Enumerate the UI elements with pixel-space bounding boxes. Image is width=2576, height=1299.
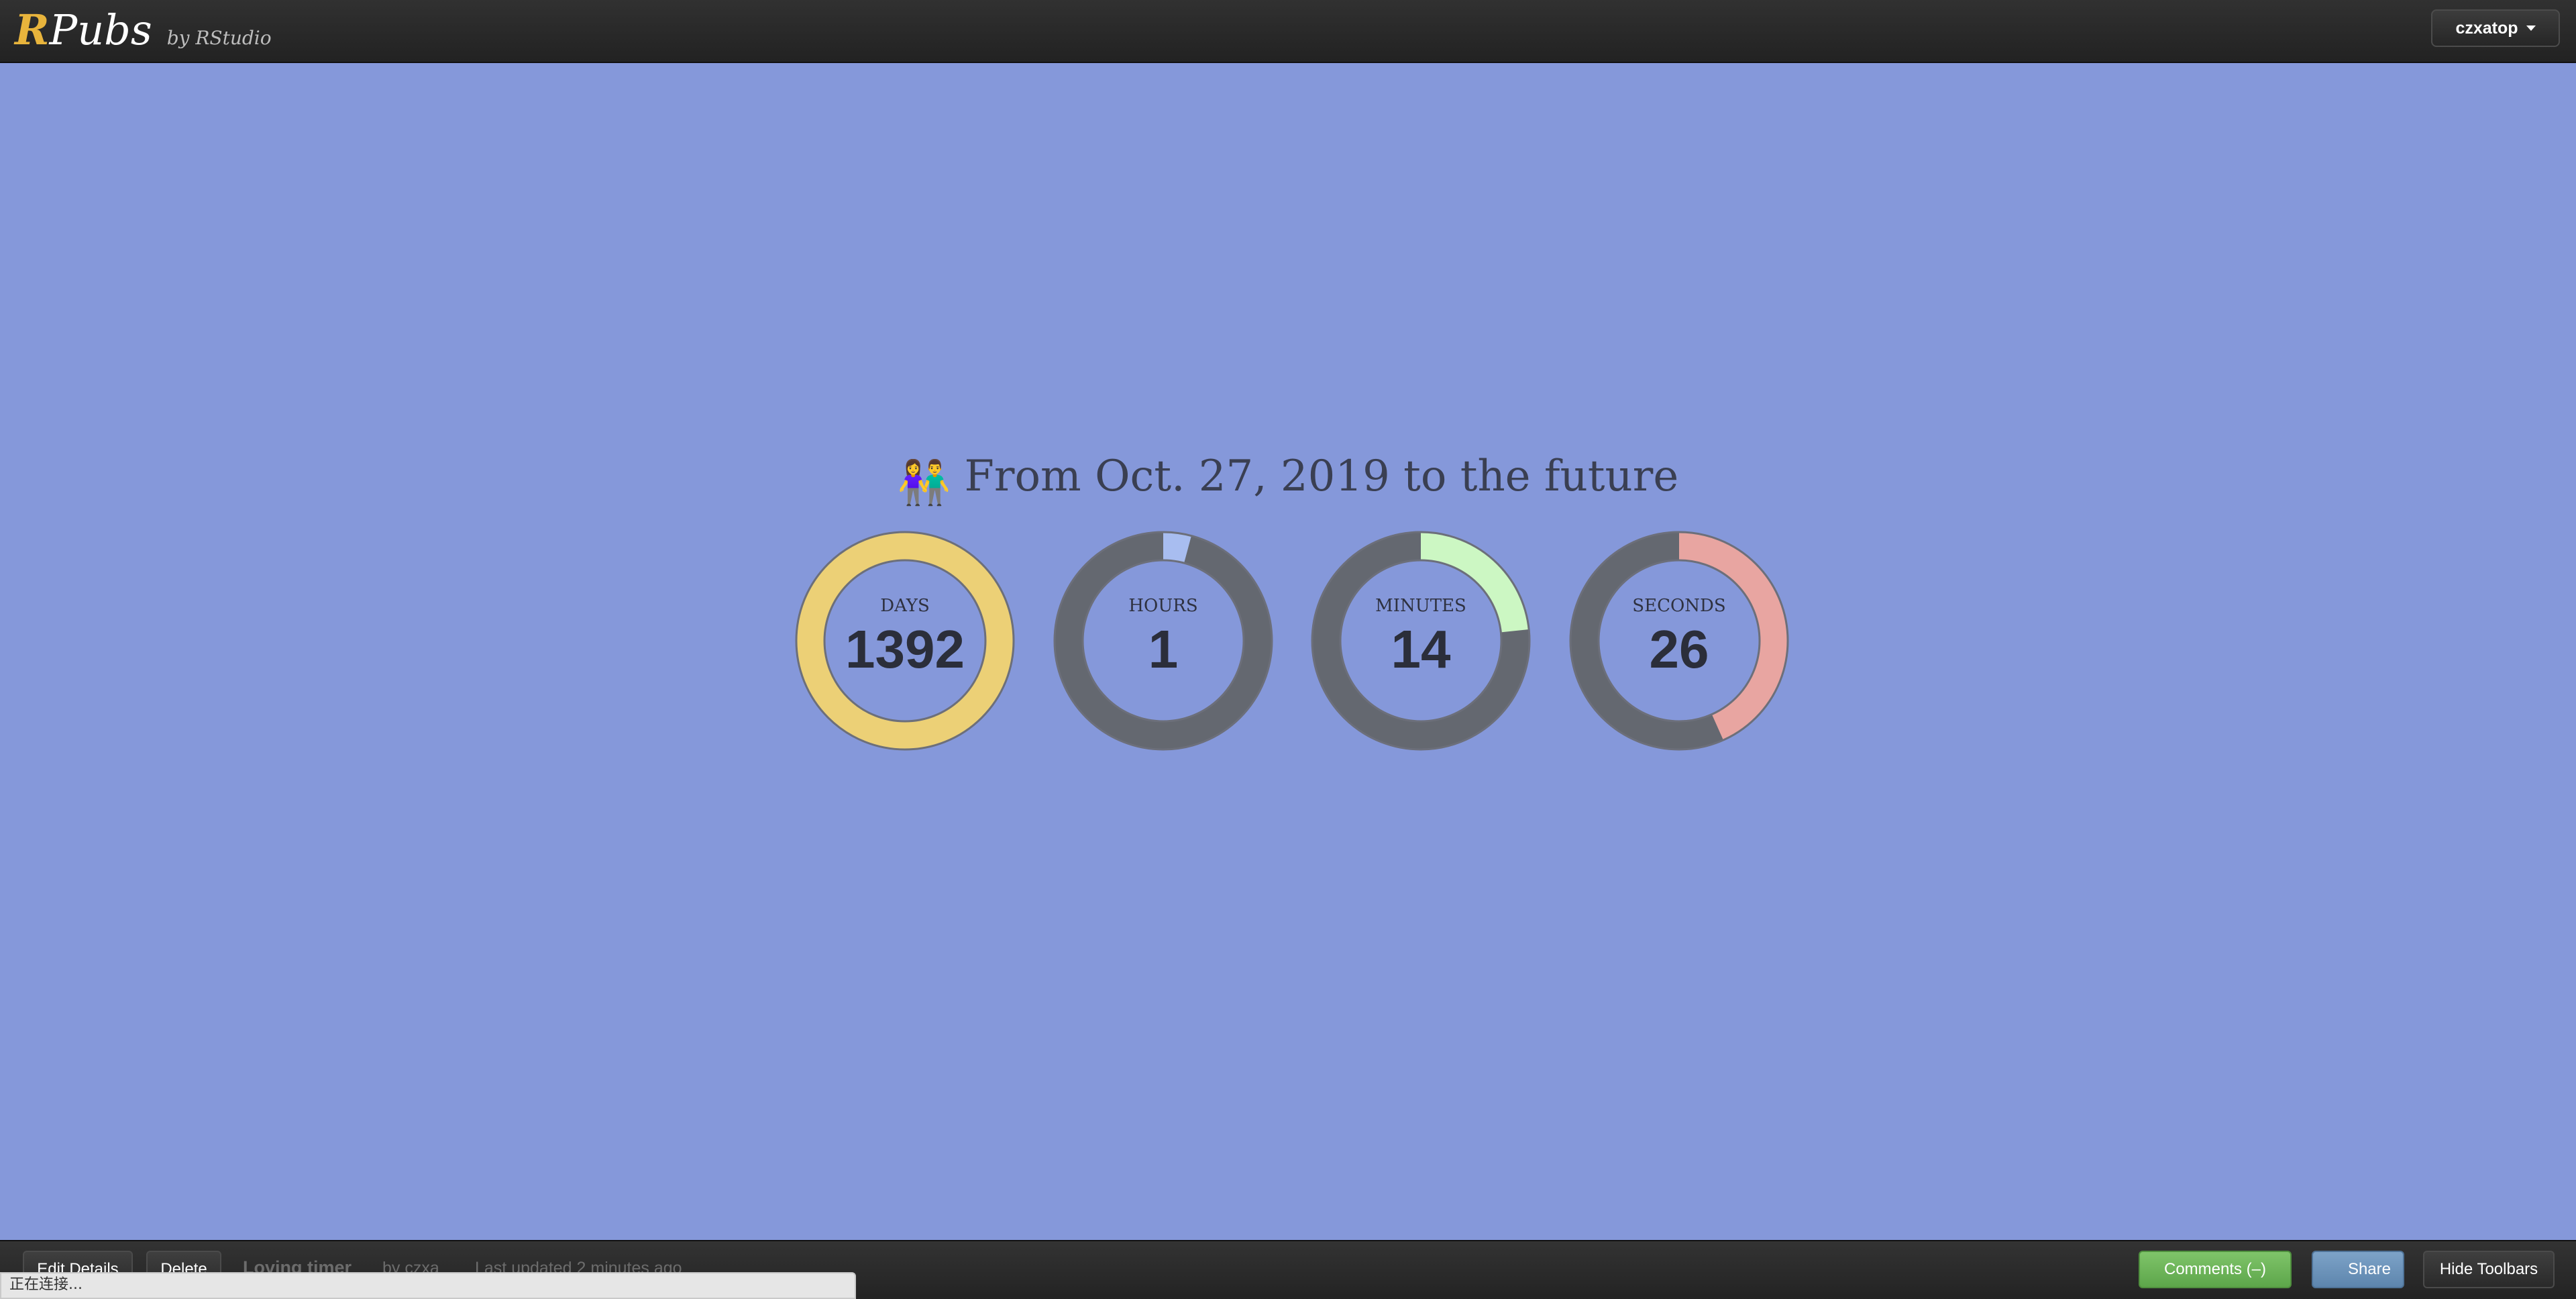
ring-hours-label: HOURS — [1128, 596, 1198, 616]
ring-hours-value: 1 — [1148, 619, 1179, 679]
ring-days-label: DAYS — [880, 596, 930, 616]
logo-r: R — [15, 5, 50, 54]
couple-icon: 👫 — [897, 458, 951, 508]
hide-toolbars-button[interactable]: Hide Toolbars — [2423, 1251, 2555, 1288]
browser-status-bar: 正在连接... — [0, 1272, 856, 1299]
ring-days-value: 1392 — [845, 619, 965, 679]
caret-down-icon — [2526, 25, 2536, 31]
countdown-rings: DAYS 1392 HOURS 1 MINUTES 14 SECONDS 26 — [0, 530, 2576, 751]
page-title-text: From Oct. 27, 2019 to the future — [964, 452, 1679, 501]
share-button[interactable]: Share — [2312, 1251, 2404, 1288]
top-toolbar: R Pubs by RStudio czxatop — [0, 0, 2576, 63]
rpubs-logo[interactable]: R Pubs by RStudio — [15, 5, 272, 56]
user-menu-label: czxatop — [2455, 18, 2518, 38]
page-title: 👫 From Oct. 27, 2019 to the future — [0, 443, 2576, 517]
ring-seconds-label: SECONDS — [1632, 596, 1726, 616]
ring-hours: HOURS 1 — [1053, 530, 1274, 751]
ring-minutes-label: MINUTES — [1375, 596, 1466, 616]
ring-minutes-value: 14 — [1391, 619, 1451, 679]
ring-minutes: MINUTES 14 — [1310, 530, 1532, 751]
comments-button[interactable]: Comments (–) — [2139, 1251, 2292, 1288]
ring-hours-arc — [1163, 532, 1191, 564]
ring-seconds-value: 26 — [1649, 619, 1709, 679]
logo-pubs: Pubs — [49, 5, 152, 54]
logo-by-rstudio: by RStudio — [166, 27, 272, 49]
ring-days: DAYS 1392 — [794, 530, 1016, 751]
user-menu-button[interactable]: czxatop — [2431, 9, 2560, 47]
ring-seconds: SECONDS 26 — [1568, 530, 1790, 751]
